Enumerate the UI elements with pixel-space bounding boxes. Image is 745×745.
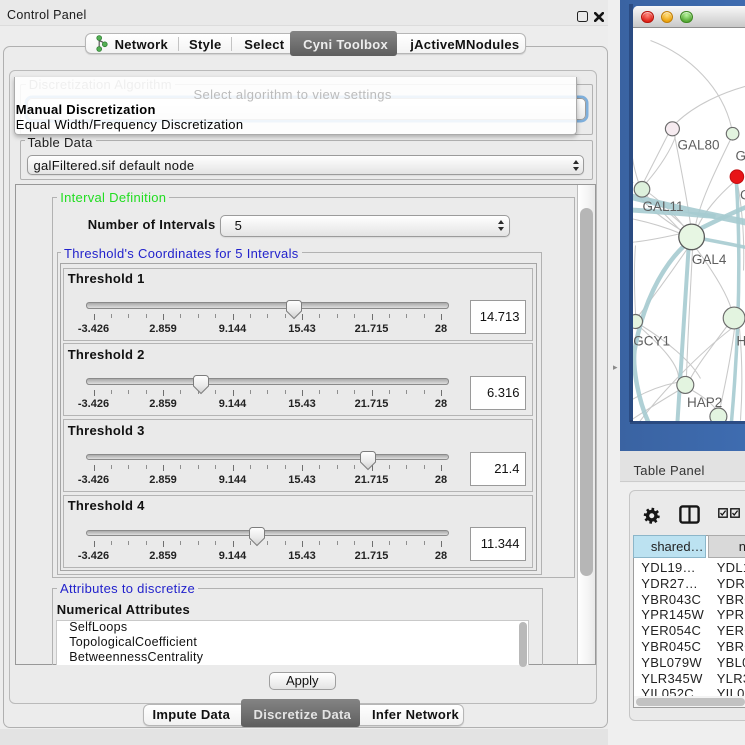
svg-text:GAL80: GAL80 (677, 137, 719, 152)
svg-text:GAL11: GAL11 (642, 199, 683, 214)
svg-text:GAL4: GAL4 (691, 252, 726, 267)
svg-text:GAL80: GAL80 (735, 148, 745, 163)
svg-text:HAP4: HAP4 (736, 333, 745, 348)
svg-text:CRP1: CRP1 (740, 187, 745, 202)
svg-text:HAP2: HAP2 (687, 395, 722, 410)
svg-text:GCY1: GCY1 (633, 333, 670, 348)
